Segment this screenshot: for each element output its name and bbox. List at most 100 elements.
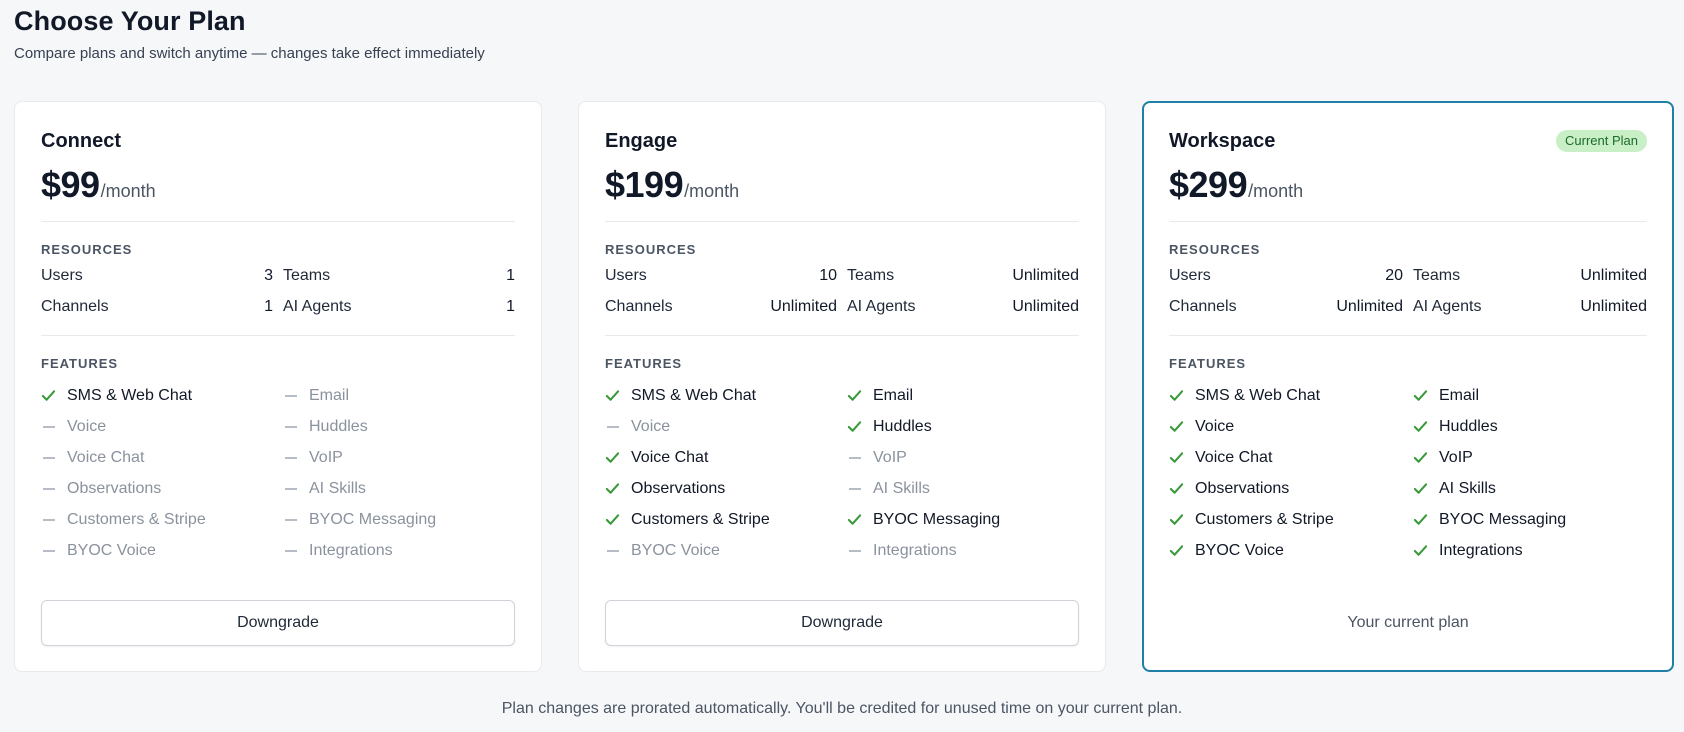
dash-icon [283, 518, 309, 521]
feature-label: Voice [1195, 417, 1235, 435]
resource-label: Channels [1169, 298, 1237, 315]
feature-byoc-messaging: BYOC Messaging [283, 504, 515, 535]
feature-sms-web-chat: SMS & Web Chat [605, 380, 837, 411]
resources-heading: RESOURCES [1169, 242, 1261, 257]
dash-icon [41, 456, 67, 459]
feature-ai-skills: AI Skills [283, 473, 515, 504]
feature-voice: Voice [605, 411, 837, 442]
feature-label: BYOC Messaging [309, 510, 437, 528]
feature-label: BYOC Voice [631, 541, 720, 559]
resource-teams: Teams Unlimited [1413, 267, 1647, 287]
resource-label: Channels [605, 298, 673, 315]
feature-label: Integrations [873, 541, 957, 559]
current-plan-badge: Current Plan [1556, 130, 1647, 152]
plan-period: /month [100, 181, 156, 201]
plan-name: Connect [41, 129, 121, 152]
feature-label: Email [309, 386, 350, 404]
divider [41, 221, 515, 222]
resource-label: Users [605, 267, 647, 284]
resource-users: Users 20 [1169, 267, 1403, 287]
feature-integrations: Integrations [847, 535, 1079, 566]
check-icon [1169, 481, 1195, 496]
dash-icon [283, 487, 309, 490]
feature-label: Observations [631, 479, 726, 497]
resource-value: 3 [264, 267, 273, 284]
feature-voip: VoIP [283, 442, 515, 473]
feature-voice-chat: Voice Chat [1169, 442, 1403, 473]
check-icon [847, 419, 873, 434]
feature-huddles: Huddles [1413, 411, 1647, 442]
resource-label: Teams [847, 267, 895, 284]
divider [41, 335, 515, 336]
feature-integrations: Integrations [1413, 535, 1647, 566]
page-subtitle: Compare plans and switch anytime — chang… [14, 45, 485, 62]
features-grid: SMS & Web Chat Email Voice Huddles Voice Cha… [1169, 380, 1647, 566]
feature-label: AI Skills [1439, 479, 1496, 497]
resource-ai-agents: AI Agents 1 [283, 298, 515, 318]
resource-channels: Channels 1 [41, 298, 273, 318]
dash-icon [847, 456, 873, 459]
feature-label: SMS & Web Chat [631, 386, 757, 404]
features-grid: SMS & Web Chat Email Voice Huddles Voice Cha… [41, 380, 515, 566]
feature-voice: Voice [1169, 411, 1403, 442]
dash-icon [41, 425, 67, 428]
check-icon [1413, 543, 1439, 558]
resource-channels: Channels Unlimited [605, 298, 837, 318]
feature-label: Customers & Stripe [67, 510, 206, 528]
downgrade-button[interactable]: Downgrade [605, 600, 1079, 646]
feature-label: Observations [67, 479, 162, 497]
dash-icon [605, 425, 631, 428]
check-icon [1413, 450, 1439, 465]
feature-email: Email [283, 380, 515, 411]
resource-label: AI Agents [283, 298, 352, 315]
price-row: $199 /month [605, 164, 1079, 205]
feature-byoc-voice: BYOC Voice [1169, 535, 1403, 566]
resource-users: Users 10 [605, 267, 837, 287]
resource-value: Unlimited [1580, 267, 1647, 284]
divider [1169, 221, 1647, 222]
resource-value: 1 [506, 267, 515, 284]
price-row: $299 /month [1169, 164, 1647, 205]
plan-selection-page: Choose Your Plan Compare plans and switc… [0, 0, 1684, 732]
check-icon [1169, 419, 1195, 434]
check-icon [1169, 543, 1195, 558]
resources-grid: Users 10 Teams Unlimited Channels Unlimited… [605, 267, 1079, 318]
current-plan-note: Your current plan [1347, 614, 1469, 631]
check-icon [1169, 388, 1195, 403]
resource-value: Unlimited [1012, 267, 1079, 284]
feature-customers-stripe: Customers & Stripe [41, 504, 273, 535]
check-icon [605, 481, 631, 496]
dash-icon [41, 549, 67, 552]
feature-label: BYOC Messaging [1439, 510, 1567, 528]
feature-label: Customers & Stripe [631, 510, 770, 528]
check-icon [41, 388, 67, 403]
feature-byoc-messaging: BYOC Messaging [1413, 504, 1647, 535]
check-icon [847, 512, 873, 527]
dash-icon [41, 487, 67, 490]
feature-integrations: Integrations [283, 535, 515, 566]
downgrade-button[interactable]: Downgrade [41, 600, 515, 646]
resources-grid: Users 20 Teams Unlimited Channels Unlimited… [1169, 267, 1647, 318]
feature-huddles: Huddles [283, 411, 515, 442]
feature-label: Huddles [1439, 417, 1498, 435]
resource-value: 1 [264, 298, 273, 315]
resource-label: Channels [41, 298, 109, 315]
check-icon [1413, 481, 1439, 496]
check-icon [605, 388, 631, 403]
plan-name: Engage [605, 129, 678, 152]
feature-email: Email [847, 380, 1079, 411]
resources-heading: RESOURCES [605, 242, 697, 257]
features-heading: FEATURES [1169, 356, 1247, 371]
feature-email: Email [1413, 380, 1647, 411]
feature-ai-skills: AI Skills [847, 473, 1079, 504]
plan-card-engage: Engage $199 /month RESOURCES Users 10 Tea… [578, 101, 1106, 672]
feature-customers-stripe: Customers & Stripe [605, 504, 837, 535]
feature-ai-skills: AI Skills [1413, 473, 1647, 504]
feature-label: AI Skills [873, 479, 930, 497]
feature-label: Email [1439, 386, 1480, 404]
resource-label: Users [41, 267, 83, 284]
feature-voip: VoIP [1413, 442, 1647, 473]
feature-label: Email [873, 386, 914, 404]
resource-label: Teams [283, 267, 331, 284]
feature-label: BYOC Voice [67, 541, 156, 559]
